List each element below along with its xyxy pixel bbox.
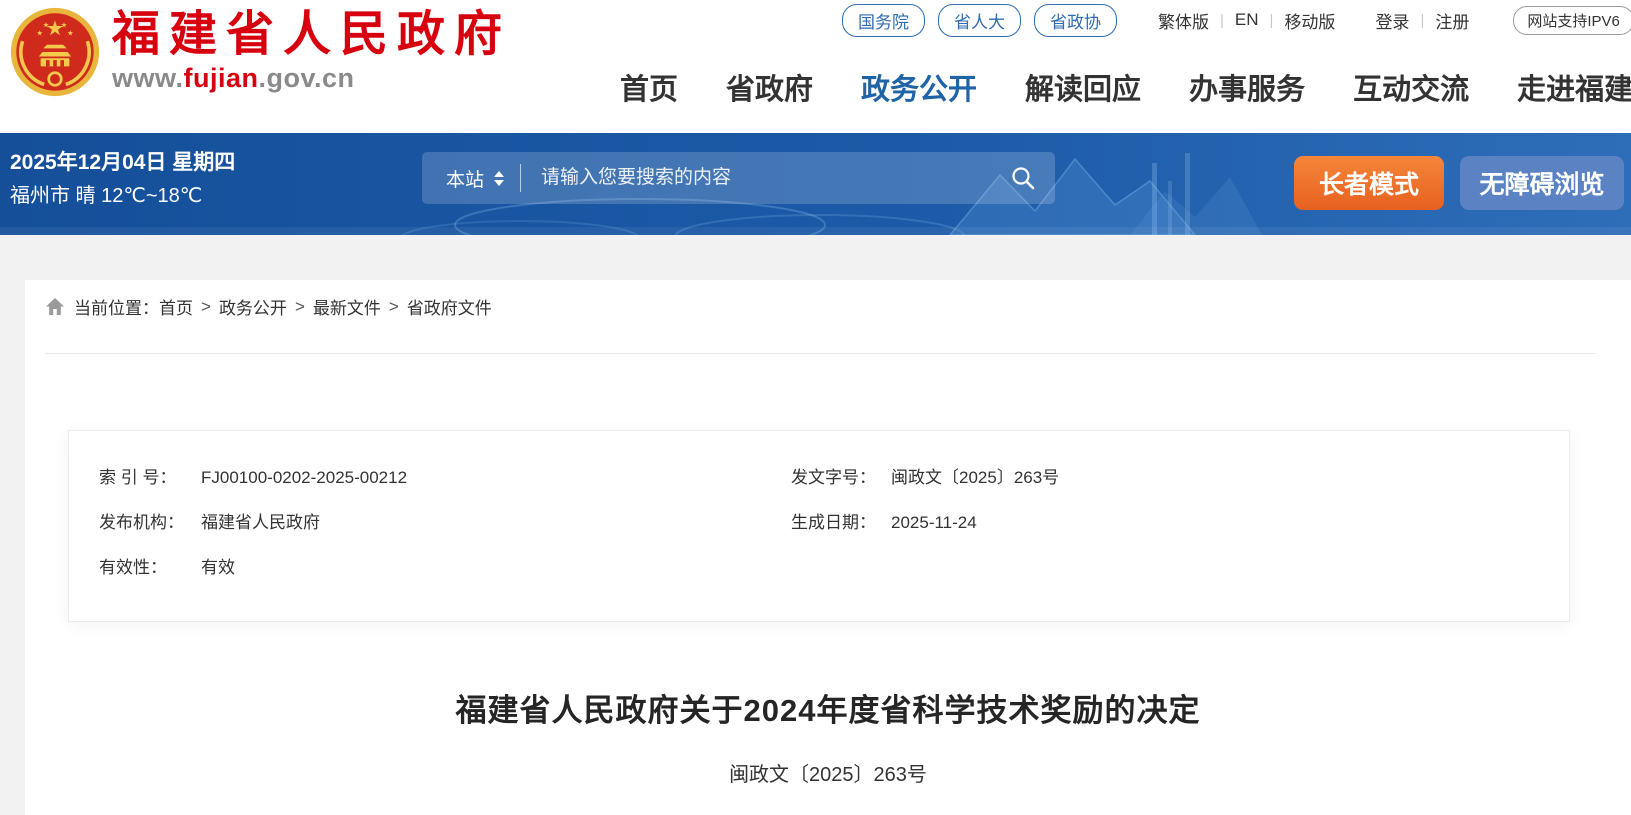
meta-row-generated-date: 生成日期： 2025-11-24 [791, 511, 1059, 556]
search-icon [1010, 165, 1036, 191]
breadcrumb-item-home[interactable]: 首页 [159, 294, 193, 319]
breadcrumb-separator: > [295, 297, 305, 317]
national-emblem-icon [10, 7, 100, 97]
page: 福建省人民政府 www.fujian.gov.cn 国务院 省人大 省政协 繁体… [0, 0, 1631, 815]
meta-row-issuing-agency: 发布机构： 福建省人民政府 [99, 511, 407, 556]
nav-home[interactable]: 首页 [620, 66, 678, 108]
divider: | [1220, 12, 1224, 29]
document-meta-box: 索 引 号： FJ00100-0202-2025-00212 发布机构： 福建省… [68, 430, 1570, 622]
meta-value: 闽政文〔2025〕263号 [891, 466, 1059, 489]
breadcrumb-separator: > [201, 297, 211, 317]
accessibility-button[interactable]: 无障碍浏览 [1460, 156, 1624, 210]
search-scope-select[interactable]: 本站 [446, 165, 484, 192]
meta-value: 福建省人民政府 [201, 511, 320, 534]
nav-interpretation[interactable]: 解读回应 [1025, 66, 1141, 108]
banner: 2025年12月04日 星期四 福州市 晴 12℃~18℃ 本站 长者模式 无障… [0, 133, 1631, 235]
breadcrumb-item-latest-documents[interactable]: 最新文件 [313, 294, 381, 319]
register-link[interactable]: 注册 [1435, 8, 1469, 33]
weather-text: 福州市 晴 12℃~18℃ [10, 184, 235, 208]
breadcrumb-divider [45, 353, 1596, 354]
login-link[interactable]: 登录 [1375, 8, 1409, 33]
site-title-block: 福建省人民政府 www.fujian.gov.cn [112, 10, 511, 93]
site-name: 福建省人民政府 [112, 10, 511, 60]
language-links: 繁体版 | EN | 移动版 [1158, 8, 1335, 33]
link-english[interactable]: EN [1235, 10, 1259, 30]
content-card: 当前位置： 首页 > 政务公开 > 最新文件 > 省政府文件 索 引 号： FJ… [25, 280, 1631, 815]
date-text: 2025年12月04日 星期四 [10, 150, 235, 176]
meta-left-column: 索 引 号： FJ00100-0202-2025-00212 发布机构： 福建省… [99, 466, 407, 601]
divider: | [1270, 12, 1274, 29]
link-state-council[interactable]: 国务院 [842, 4, 925, 37]
breadcrumb-item-provincial-documents[interactable]: 省政府文件 [407, 294, 492, 319]
link-mobile-version[interactable]: 移动版 [1284, 8, 1335, 33]
meta-value: 有效 [201, 556, 235, 579]
search-bar: 本站 [422, 152, 1055, 204]
link-provincial-congress[interactable]: 省人大 [938, 4, 1021, 37]
meta-right-column: 发文字号： 闽政文〔2025〕263号 生成日期： 2025-11-24 [791, 466, 1059, 556]
link-traditional-chinese[interactable]: 繁体版 [1158, 8, 1209, 33]
meta-label: 发文字号： [791, 466, 891, 489]
site-header: 福建省人民政府 www.fujian.gov.cn 国务院 省人大 省政协 繁体… [0, 0, 1631, 133]
meta-value: 2025-11-24 [891, 511, 977, 534]
header-utility-bar: 国务院 省人大 省政协 繁体版 | EN | 移动版 登录 | 注册 网站支持I… [842, 6, 1631, 34]
sort-arrows-icon[interactable] [494, 171, 504, 186]
document-number: 闽政文〔2025〕263号 [25, 758, 1631, 787]
meta-label: 有效性： [99, 556, 201, 579]
nav-into-fujian[interactable]: 走进福建 [1517, 66, 1631, 108]
meta-row-document-number: 发文字号： 闽政文〔2025〕263号 [791, 466, 1059, 511]
breadcrumb-prefix: 当前位置： [74, 294, 159, 319]
link-provincial-cppcc[interactable]: 省政协 [1034, 4, 1117, 37]
auth-links: 登录 | 注册 [1375, 8, 1469, 33]
meta-label: 索 引 号： [99, 466, 201, 489]
meta-value: FJ00100-0202-2025-00212 [201, 466, 407, 489]
date-weather-block: 2025年12月04日 星期四 福州市 晴 12℃~18℃ [10, 150, 235, 208]
meta-label: 发布机构： [99, 511, 201, 534]
search-button[interactable] [1005, 160, 1041, 196]
nav-government-affairs[interactable]: 政务公开 [861, 66, 977, 108]
meta-row-index-number: 索 引 号： FJ00100-0202-2025-00212 [99, 466, 407, 511]
search-input[interactable] [539, 166, 1005, 190]
main-nav: 首页 省政府 政务公开 解读回应 办事服务 互动交流 走进福建 [620, 66, 1631, 108]
nav-services[interactable]: 办事服务 [1189, 66, 1305, 108]
document-title: 福建省人民政府关于2024年度省科学技术奖励的决定 [25, 685, 1631, 730]
search-divider [520, 164, 521, 192]
ipv6-badge: 网站支持IPV6 [1513, 6, 1631, 35]
site-url: www.fujian.gov.cn [112, 63, 511, 94]
breadcrumb-item-gov-affairs[interactable]: 政务公开 [219, 294, 287, 319]
home-icon[interactable] [45, 297, 65, 316]
site-logo[interactable]: 福建省人民政府 www.fujian.gov.cn [10, 7, 511, 97]
breadcrumb: 当前位置： 首页 > 政务公开 > 最新文件 > 省政府文件 [45, 294, 492, 319]
elder-mode-button[interactable]: 长者模式 [1294, 156, 1444, 210]
breadcrumb-separator: > [389, 297, 399, 317]
meta-row-validity: 有效性： 有效 [99, 556, 407, 601]
nav-interaction[interactable]: 互动交流 [1353, 66, 1469, 108]
nav-provincial-government[interactable]: 省政府 [726, 66, 813, 108]
meta-label: 生成日期： [791, 511, 891, 534]
divider: | [1420, 12, 1424, 29]
